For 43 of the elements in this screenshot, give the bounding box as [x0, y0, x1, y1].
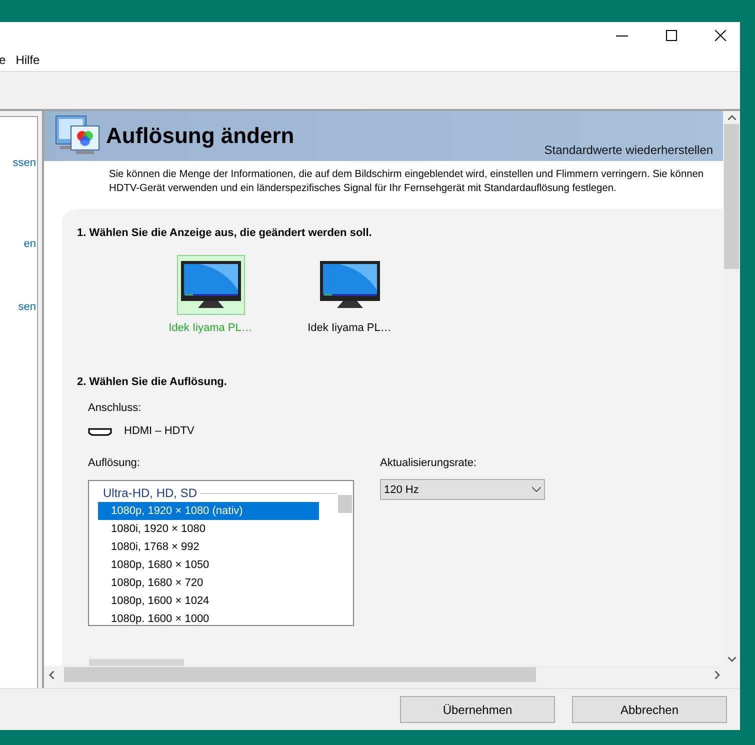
refresh-rate-dropdown[interactable]: 120 Hz [380, 479, 545, 500]
monitor-icon [318, 260, 380, 310]
scrollbar-thumb[interactable] [724, 124, 740, 270]
dialog-button[interactable]: Übernehmen [400, 696, 555, 724]
chevron-down-icon [532, 487, 541, 492]
resolution-label: Auflösung: [88, 456, 141, 471]
dialog-button[interactable]: Abbrechen [572, 696, 727, 724]
description-text: HDTV-Gerät verwenden und ein länderspezifisches Signal für Ihr Fernsehgerät mit Standardauflösung festlegen. [109, 182, 618, 196]
monitor-tile[interactable] [176, 254, 244, 315]
sidebar-link[interactable]: sen [18, 299, 36, 316]
description-text: Sie können die Menge der Informationen, die auf dem Bildschirm eingeblendet wird, einstellen und Flimmern verringern. Sie können [109, 168, 705, 182]
close-icon[interactable] [715, 30, 726, 42]
section-heading: 2. Wählen Sie die Auflösung. [77, 375, 228, 390]
resolution-list[interactable]: Ultra-HD, HD, SD 1080p, 1920 × 1080 (nativ) 1080i, 1920 × 1080 1080i, 1768 × 992 1080p, 1680 × 1050 1080p, 1680 × 720 1080p, 1600 × 1024 1080p. 1600 × 1000 [88, 480, 354, 626]
page-title: Auflösung ändern [106, 122, 294, 150]
scrollbar-thumb[interactable] [64, 667, 536, 682]
chevron-up-icon[interactable] [728, 115, 736, 120]
sidebar-link[interactable]: en [24, 236, 36, 253]
hdmi-icon [88, 428, 112, 436]
section-heading: 1. Wählen Sie die Anzeige aus, die geändert werden soll. [77, 226, 373, 242]
menu-item[interactable]: Hilfe [16, 51, 40, 70]
restore-defaults-link[interactable]: Standardwerte wiederherstellen [544, 141, 714, 160]
resolution-option[interactable]: 1080p, 1680 × 720 [98, 574, 319, 592]
display-settings-icon [54, 114, 102, 156]
resolution-option[interactable]: 1080p, 1600 × 1024 [98, 592, 319, 610]
group-header: Ultra-HD, HD, SD [103, 485, 198, 502]
connection-label: Anschluss: [88, 400, 142, 416]
resolution-option[interactable]: 1080p. 1600 × 1000 [98, 610, 319, 626]
resolution-option[interactable]: 1080p, 1920 × 1080 (nativ) [98, 502, 319, 520]
minimize-icon[interactable] [616, 34, 628, 37]
chevron-left-icon[interactable] [49, 670, 54, 679]
refresh-rate-label: Aktualisierungsrate: [380, 456, 478, 471]
maximize-icon[interactable] [666, 30, 677, 42]
scrollbar-thumb[interactable] [338, 495, 352, 514]
resolution-option[interactable]: 1080i, 1768 × 992 [98, 538, 319, 556]
connection-type: HDMI – HDTV [124, 424, 194, 440]
resolution-option[interactable]: 1080p, 1680 × 1050 [98, 556, 319, 574]
monitor-icon [180, 260, 242, 310]
resolution-option[interactable]: 1080i, 1920 × 1080 [98, 520, 319, 538]
chevron-right-icon[interactable] [715, 670, 720, 679]
sidebar-link[interactable]: ssen [12, 155, 36, 172]
monitor-label[interactable]: Idek Iiyama PL… [308, 320, 392, 336]
chevron-down-icon[interactable] [728, 657, 736, 662]
